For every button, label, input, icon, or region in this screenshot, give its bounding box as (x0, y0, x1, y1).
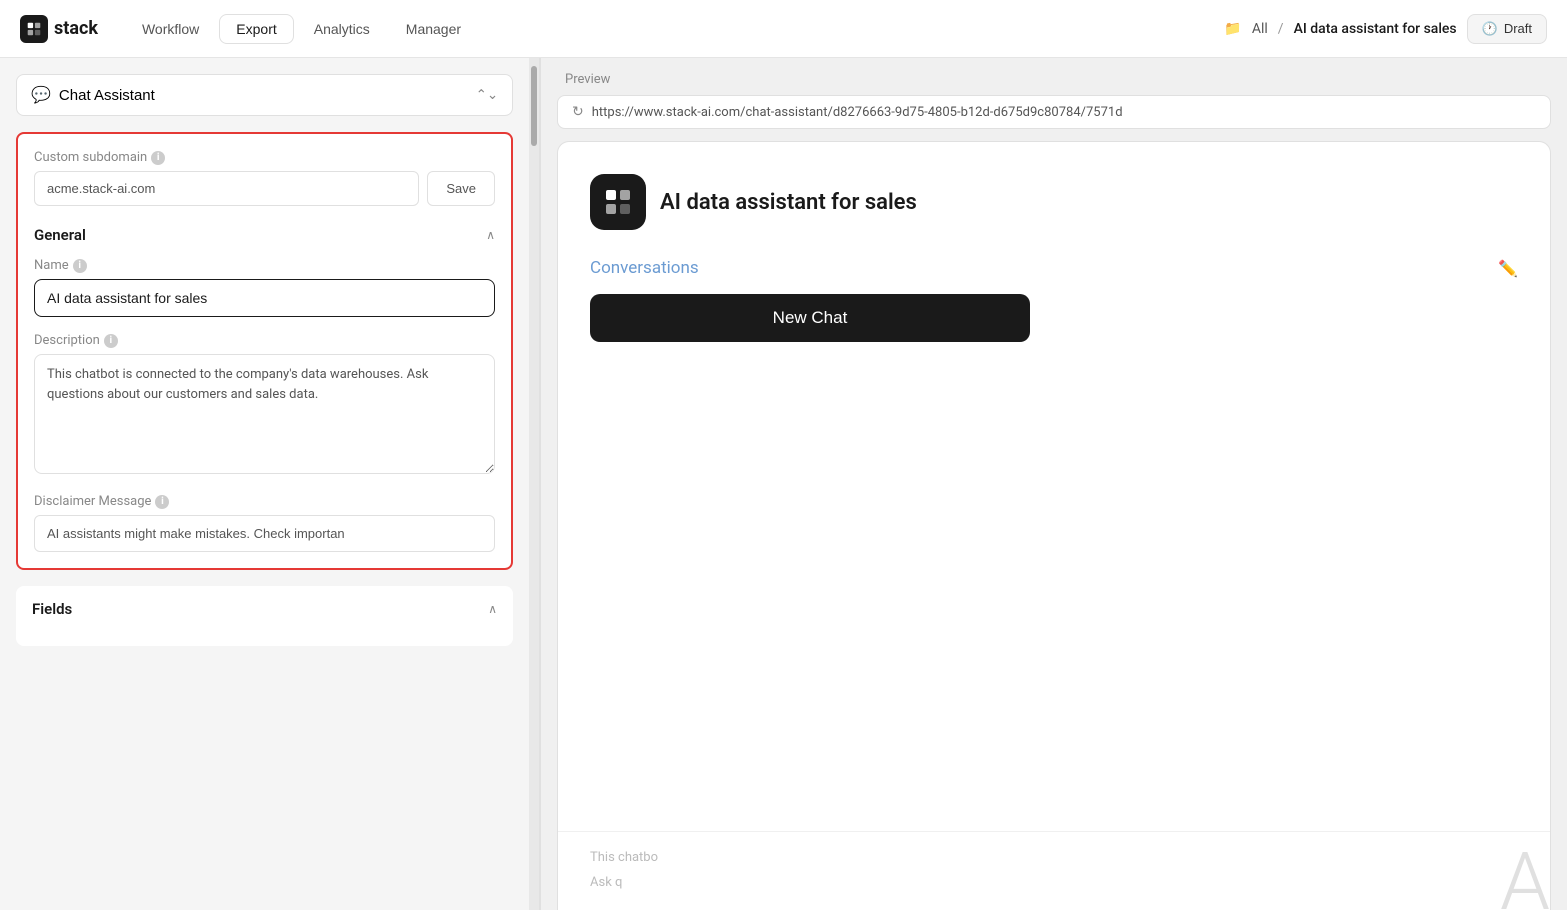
subdomain-row: Save (34, 171, 495, 206)
left-scrollbar-thumb[interactable] (531, 66, 537, 146)
chevron-up-icon[interactable]: ∧ (486, 228, 495, 242)
config-box: Custom subdomain i Save General ∧ Nam (16, 132, 513, 570)
app-title: AI data assistant for sales (660, 190, 917, 215)
subdomain-input[interactable] (34, 171, 419, 206)
breadcrumb-separator: / (1278, 21, 1284, 37)
logo-text: stack (54, 18, 98, 39)
selector-label: Chat Assistant (59, 87, 155, 104)
selector-left: 💬 Chat Assistant (31, 85, 155, 105)
chat-bottom: This chatbo Ask q A (558, 831, 1550, 910)
new-chat-button[interactable]: New Chat (590, 294, 1030, 342)
ask-text: Ask q (590, 875, 622, 890)
url-text: https://www.stack-ai.com/chat-assistant/… (592, 105, 1123, 120)
conversations-row: Conversations ✏️ (590, 258, 1518, 278)
left-scrollbar-track (529, 58, 539, 910)
left-panel: 💬 Chat Assistant ⌃⌄ Custom subdomain i S… (0, 58, 540, 910)
disclaimer-input[interactable] (34, 515, 495, 552)
logo: stack (20, 15, 98, 43)
breadcrumb-all[interactable]: All (1252, 21, 1268, 37)
folder-icon: 📁 (1224, 21, 1241, 37)
general-section-header: General ∧ (34, 226, 495, 244)
fields-section-header: Fields ∧ (32, 600, 497, 618)
chat-app-header: AI data assistant for sales (590, 174, 1518, 230)
tab-workflow[interactable]: Workflow (126, 14, 215, 44)
save-button[interactable]: Save (427, 171, 495, 206)
fields-title: Fields (32, 600, 72, 618)
edit-icon[interactable]: ✏️ (1498, 259, 1518, 278)
chat-assistant-selector[interactable]: 💬 Chat Assistant ⌃⌄ (16, 74, 513, 116)
disclaimer-label: Disclaimer Message i (34, 494, 495, 509)
left-content: 💬 Chat Assistant ⌃⌄ Custom subdomain i S… (0, 58, 529, 910)
chat-preview-inner: AI data assistant for sales Conversation… (558, 142, 1550, 831)
description-info-icon[interactable]: i (104, 334, 118, 348)
new-chat-label: New Chat (773, 308, 848, 328)
bottom-ask: Ask q (590, 873, 1518, 894)
main-layout: 💬 Chat Assistant ⌃⌄ Custom subdomain i S… (0, 58, 1567, 910)
breadcrumb-current: AI data assistant for sales (1294, 21, 1457, 37)
nav-tabs: Workflow Export Analytics Manager (126, 14, 477, 44)
description-label: Description i (34, 333, 495, 348)
fields-section: Fields ∧ (16, 586, 513, 646)
tab-analytics[interactable]: Analytics (298, 14, 386, 44)
logo-icon (20, 15, 48, 43)
tab-manager[interactable]: Manager (390, 14, 477, 44)
description-textarea[interactable]: This chatbot is connected to the company… (34, 354, 495, 474)
name-input[interactable] (34, 279, 495, 317)
chevron-updown-icon: ⌃⌄ (476, 87, 498, 103)
conversations-label[interactable]: Conversations (590, 258, 699, 278)
url-bar: ↻ https://www.stack-ai.com/chat-assistan… (557, 95, 1551, 129)
bottom-desc-line1: This chatbo (590, 850, 658, 865)
general-title: General (34, 226, 86, 244)
subdomain-label: Custom subdomain i (34, 150, 495, 165)
refresh-icon[interactable]: ↻ (572, 104, 584, 120)
top-navigation: stack Workflow Export Analytics Manager … (0, 0, 1567, 58)
subdomain-info-icon[interactable]: i (151, 151, 165, 165)
draft-button[interactable]: 🕐 Draft (1467, 14, 1547, 44)
preview-label: Preview (541, 58, 1567, 95)
tab-export[interactable]: Export (219, 14, 293, 44)
app-icon (590, 174, 646, 230)
fields-chevron-icon[interactable]: ∧ (488, 602, 497, 616)
clock-icon: 🕐 (1482, 21, 1498, 37)
draft-label: Draft (1504, 21, 1532, 36)
bottom-desc: This chatbo (590, 848, 1518, 869)
chat-preview: AI data assistant for sales Conversation… (557, 141, 1551, 910)
topnav-right: 📁 All / AI data assistant for sales 🕐 Dr… (1224, 14, 1547, 44)
chat-bubble-icon: 💬 (31, 85, 51, 105)
large-letter-a: A (1500, 842, 1550, 910)
disclaimer-info-icon[interactable]: i (155, 495, 169, 509)
name-info-icon[interactable]: i (73, 259, 87, 273)
name-label: Name i (34, 258, 495, 273)
right-panel: Preview ↻ https://www.stack-ai.com/chat-… (541, 58, 1567, 910)
